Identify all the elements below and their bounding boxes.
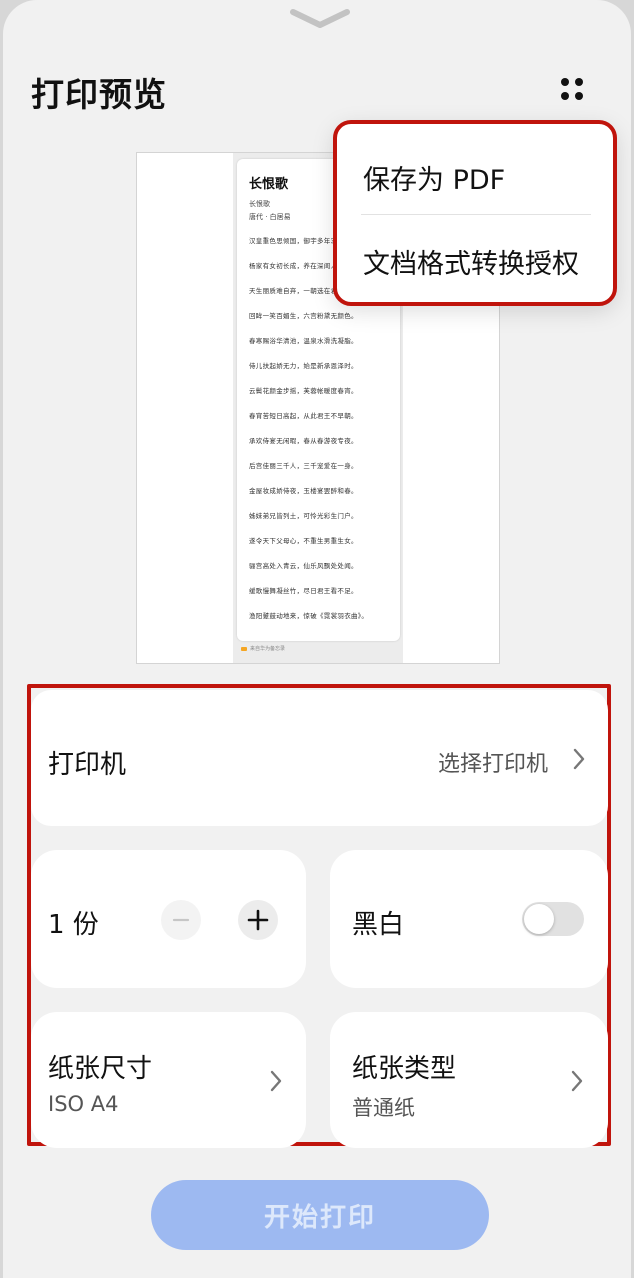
- paper-size-value: ISO A4: [48, 1092, 119, 1116]
- preview-footer: 来自华为备忘录: [241, 645, 285, 652]
- preview-line: 春宵苦短日高起，从此君王不早朝。: [249, 412, 358, 420]
- preview-line: 春寒赐浴华清池，温泉水滑洗凝脂。: [249, 337, 358, 345]
- preview-line: 缓歌慢舞凝丝竹，尽日君王看不足。: [249, 587, 358, 595]
- preview-line: 金屋妆成娇侍夜，玉楼宴罢醉和春。: [249, 487, 358, 495]
- printer-value: 选择打印机: [438, 752, 549, 777]
- print-sheet: 打印预览 长恨歌 长恨歌 唐代 · 白居易 汉皇重色思倾国，御宇多年求不得。 杨…: [3, 0, 631, 1278]
- preview-line: 侍儿扶起娇无力，始是新承恩泽时。: [249, 362, 358, 370]
- paper-size-selector[interactable]: 纸张尺寸 ISO A4: [31, 1012, 306, 1148]
- increase-copies-button[interactable]: [238, 900, 278, 940]
- paper-type-label: 纸张类型: [352, 1054, 457, 1084]
- chevron-right-icon: [571, 1070, 583, 1092]
- chevron-right-icon: [573, 748, 585, 770]
- paper-type-selector[interactable]: 纸张类型 普通纸: [330, 1012, 608, 1148]
- menu-divider: [361, 214, 591, 215]
- color-mode-card: 黑白: [330, 850, 608, 988]
- preview-subtitle: 长恨歌: [249, 200, 270, 208]
- plus-icon: [247, 909, 269, 931]
- printer-selector[interactable]: 打印机 选择打印机: [31, 690, 608, 826]
- preview-line: 后宫佳丽三千人，三千宠爱在一身。: [249, 462, 358, 470]
- page-title: 打印预览: [31, 75, 167, 114]
- preview-line: 承欢侍宴无闲暇，春从春游夜专夜。: [249, 437, 358, 445]
- preview-line: 骊宫高处入青云，仙乐风飘处处闻。: [249, 562, 358, 570]
- preview-line: 姊妹弟兄皆列土，可怜光彩生门户。: [249, 512, 358, 520]
- preview-line: 渔阳鼙鼓动地来，惊破《霓裳羽衣曲》。: [249, 612, 369, 620]
- menu-item-save-pdf[interactable]: 保存为 PDF: [363, 158, 505, 197]
- preview-title: 长恨歌: [249, 177, 289, 192]
- collapse-chevron-icon[interactable]: [289, 8, 351, 30]
- decrease-copies-button[interactable]: [161, 900, 201, 940]
- more-options-button[interactable]: [551, 72, 595, 108]
- preview-author: 唐代 · 白居易: [249, 213, 291, 221]
- preview-line: 遂令天下父母心，不重生男重生女。: [249, 537, 358, 545]
- start-print-button[interactable]: 开始打印: [151, 1180, 489, 1250]
- menu-item-format-license[interactable]: 文档格式转换授权: [363, 242, 579, 281]
- chevron-right-icon: [270, 1070, 282, 1092]
- more-options-menu: 保存为 PDF 文档格式转换授权: [333, 120, 617, 306]
- paper-size-label: 纸张尺寸: [48, 1054, 153, 1084]
- preview-line: 回眸一笑百媚生，六宫粉黛无颜色。: [249, 312, 358, 320]
- paper-type-value: 普通纸: [352, 1096, 415, 1120]
- more-dots-icon: [561, 78, 569, 86]
- color-mode-label: 黑白: [352, 910, 405, 940]
- printer-label: 打印机: [48, 750, 127, 780]
- memo-app-icon: [241, 646, 247, 651]
- preview-line: 云鬓花颜金步摇，芙蓉帐暖度春宵。: [249, 387, 358, 395]
- minus-icon: [172, 918, 190, 922]
- color-mode-toggle[interactable]: [522, 902, 584, 936]
- copies-card: 1 份: [31, 850, 306, 988]
- copies-label: 1 份: [48, 910, 99, 940]
